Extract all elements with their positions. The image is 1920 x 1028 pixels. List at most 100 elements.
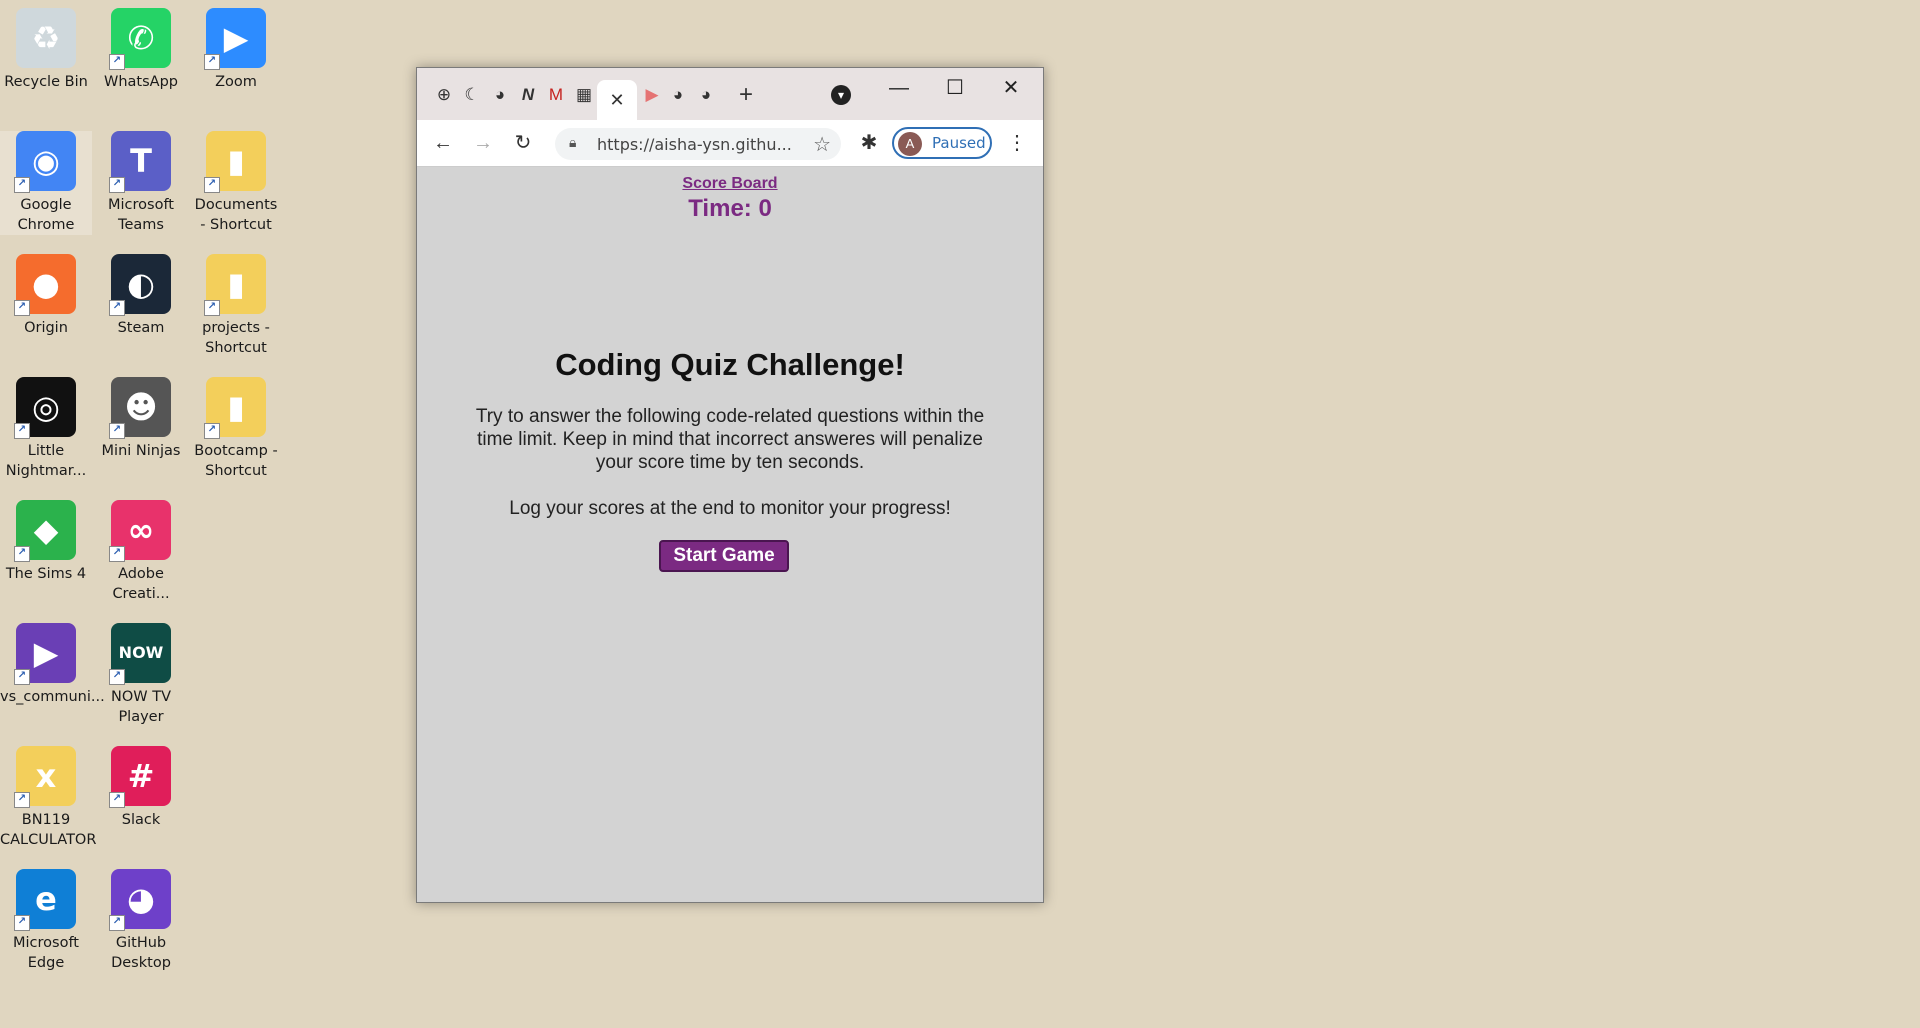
maximize-button[interactable]: ☐ [935, 74, 975, 102]
tab-search-icon[interactable]: ▾ [831, 85, 851, 105]
shortcut-arrow-icon: ↗ [109, 423, 125, 439]
shortcut-arrow-icon: ↗ [14, 915, 30, 931]
desktop-icon-slack[interactable]: # ↗ Slack [95, 746, 187, 830]
desktop-icon-google-chrome[interactable]: ◉ ↗ Google Chrome [0, 131, 92, 235]
desktop-icon-origin[interactable]: ● ↗ Origin [0, 254, 92, 338]
desktop-icon-label: Origin [24, 320, 68, 336]
desktop-icon-vs-communi[interactable]: ▶ ↗ vs_communi... [0, 623, 105, 707]
shortcut-arrow-icon: ↗ [109, 54, 125, 70]
desktop-icon-label: GitHub Desktop [111, 935, 171, 971]
desktop-icon-now-tv-player[interactable]: NOW ↗ NOW TV Player [95, 623, 187, 727]
active-tab-close-icon[interactable]: ✕ [597, 80, 637, 120]
desktop-icon-little-nightmar[interactable]: ◎ ↗ Little Nightmar... [0, 377, 92, 481]
desktop-icon-adobe-creati[interactable]: ∞ ↗ Adobe Creati... [95, 500, 187, 604]
app-icon: NOW ↗ [109, 623, 171, 685]
tab-favicon-github-icon-2[interactable]: ◕ [665, 82, 691, 108]
desktop-icon-label: Microsoft Teams [108, 197, 174, 233]
tab-favicon-moon-icon[interactable]: ☾ [459, 82, 485, 108]
desktop-icon-label: Documents - Shortcut [194, 197, 278, 233]
app-icon: ✆ ↗ [109, 8, 171, 70]
reload-button[interactable]: ↻ [509, 129, 537, 157]
tab-favicon-gmail-icon[interactable]: M [543, 82, 569, 108]
shortcut-arrow-icon: ↗ [14, 300, 30, 316]
bookmark-star-icon[interactable]: ☆ [813, 132, 831, 157]
shortcut-arrow-icon: ↗ [109, 300, 125, 316]
desktop-icon-the-sims-4[interactable]: ◆ ↗ The Sims 4 [0, 500, 92, 584]
desktop-icon-zoom[interactable]: ▶ ↗ Zoom [190, 8, 282, 92]
shortcut-arrow-icon: ↗ [109, 177, 125, 193]
avatar: A [898, 132, 922, 156]
shortcut-arrow-icon: ↗ [14, 423, 30, 439]
shortcut-arrow-icon: ↗ [204, 300, 220, 316]
desktop-icon-label: Bootcamp - Shortcut [194, 443, 278, 479]
url-text[interactable]: https://aisha-ysn.githu... [597, 135, 792, 154]
profile-button[interactable]: A Paused [892, 127, 992, 159]
new-tab-button[interactable]: + [733, 82, 759, 108]
desktop-icon-projects-shortcut[interactable]: ▮ ↗ projects - Shortcut [190, 254, 282, 358]
address-bar[interactable]: 🔒︎ https://aisha-ysn.githu... ☆ [555, 128, 841, 160]
shortcut-arrow-icon: ↗ [14, 792, 30, 808]
lock-icon: 🔒︎ [569, 134, 577, 150]
desktop-icon-label: The Sims 4 [5, 566, 87, 582]
desktop-icon-documents-shortcut[interactable]: ▮ ↗ Documents - Shortcut [190, 131, 282, 235]
shortcut-arrow-icon: ↗ [109, 792, 125, 808]
desktop-icon-recycle-bin[interactable]: ♻ Recycle Bin [0, 8, 92, 92]
desktop-icon-label: vs_communi... [0, 689, 105, 705]
tab-favicon-github-icon-3[interactable]: ◕ [693, 82, 719, 108]
minimize-button[interactable]: — [879, 74, 919, 102]
browser-window: ⊕ ☾ ◕ N M ▦ ✕ ▶ ◕ ◕ + ▾ — ☐ ✕ ← → ↻ 🔒︎ h… [416, 67, 1044, 903]
tab-favicon-video-icon[interactable]: ▶ [639, 82, 665, 108]
page-content: Score Board Time: 0 Coding Quiz Challeng… [417, 167, 1043, 901]
desktop-icon-label: Little Nightmar... [5, 443, 87, 479]
timer-display: Time: 0 [688, 195, 772, 222]
shortcut-arrow-icon: ↗ [14, 546, 30, 562]
desktop-icon-label: Recycle Bin [4, 74, 88, 90]
back-button[interactable]: ← [429, 129, 457, 157]
app-icon: x ↗ [14, 746, 76, 808]
desktop-icon-microsoft-teams[interactable]: T ↗ Microsoft Teams [95, 131, 187, 235]
tab-favicon-github-icon[interactable]: ◕ [487, 82, 513, 108]
page-title: Coding Quiz Challenge! [555, 347, 905, 382]
shortcut-arrow-icon: ↗ [109, 669, 125, 685]
app-icon: # ↗ [109, 746, 171, 808]
tab-favicon-notion-icon[interactable]: N [515, 82, 541, 108]
browser-toolbar: ← → ↻ 🔒︎ https://aisha-ysn.githu... ☆ ✱ … [417, 120, 1043, 167]
close-window-button[interactable]: ✕ [991, 74, 1031, 102]
app-icon: ☻ ↗ [109, 377, 171, 439]
scoreboard-link[interactable]: Score Board [417, 175, 1043, 193]
desktop-icon-label: WhatsApp [104, 74, 178, 90]
desktop-icon-label: projects - Shortcut [202, 320, 270, 356]
app-icon: ▮ ↗ [204, 377, 266, 439]
desktop-icon-label: Adobe Creati... [112, 566, 170, 602]
app-icon: ◆ ↗ [14, 500, 76, 562]
tab-favicon-globe-icon[interactable]: ⊕ [431, 82, 457, 108]
start-game-button[interactable]: Start Game [659, 540, 789, 572]
desktop-icon-github-desktop[interactable]: ◕ ↗ GitHub Desktop [95, 869, 187, 973]
desktop-icon-bn119-calculator[interactable]: x ↗ BN119 CALCULATOR [0, 746, 97, 850]
extensions-icon[interactable]: ✱ [855, 129, 883, 157]
app-icon: T ↗ [109, 131, 171, 193]
shortcut-arrow-icon: ↗ [204, 54, 220, 70]
profile-status: Paused [932, 134, 986, 152]
desktop-icon-label: Slack [121, 812, 161, 828]
forward-button[interactable]: → [469, 129, 497, 157]
desktop-icon-steam[interactable]: ◐ ↗ Steam [95, 254, 187, 338]
tab-favicon-calendar-icon[interactable]: ▦ [571, 82, 597, 108]
app-icon: ▶ ↗ [14, 623, 76, 685]
desktop-icon-mini-ninjas[interactable]: ☻ ↗ Mini Ninjas [95, 377, 187, 461]
desktop-icon-label: BN119 CALCULATOR [0, 812, 97, 848]
shortcut-arrow-icon: ↗ [109, 546, 125, 562]
app-icon: ▮ ↗ [204, 254, 266, 316]
shortcut-arrow-icon: ↗ [109, 915, 125, 931]
desktop-icon-microsoft-edge[interactable]: e ↗ Microsoft Edge [0, 869, 92, 973]
shortcut-arrow-icon: ↗ [204, 177, 220, 193]
app-icon: ◉ ↗ [14, 131, 76, 193]
desktop-icon-label: Steam [117, 320, 165, 336]
desktop-icon-whatsapp[interactable]: ✆ ↗ WhatsApp [95, 8, 187, 92]
tab-strip: ⊕ ☾ ◕ N M ▦ ✕ ▶ ◕ ◕ + ▾ — ☐ ✕ [417, 68, 1043, 120]
desktop-icon-label: Mini Ninjas [101, 443, 181, 459]
app-icon: ● ↗ [14, 254, 76, 316]
app-icon: ♻ [16, 8, 76, 68]
menu-icon[interactable]: ⋮ [1003, 129, 1031, 157]
desktop-icon-bootcamp-shortcut[interactable]: ▮ ↗ Bootcamp - Shortcut [190, 377, 282, 481]
